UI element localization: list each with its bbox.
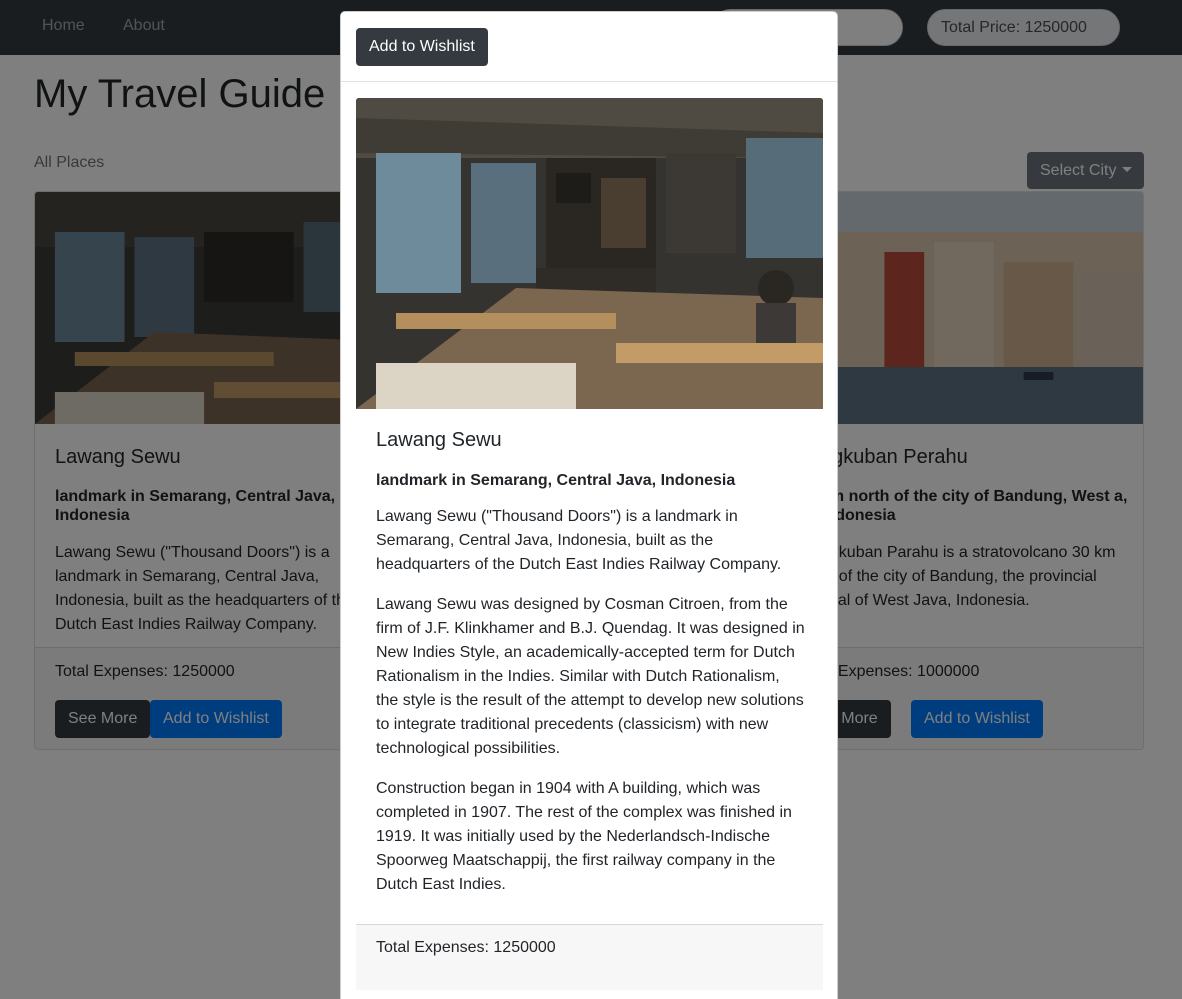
modal-paragraph: Lawang Sewu ("Thousand Doors") is a land… <box>376 508 782 573</box>
modal-footer: Total Expenses: 1250000 <box>356 924 823 990</box>
modal-paragraph: Construction began in 1904 with A buildi… <box>376 780 792 893</box>
modal-total-expenses: Total Expenses: 1250000 <box>376 939 556 956</box>
modal-body: Lawang Sewu landmark in Semarang, Centra… <box>376 429 806 913</box>
modal-subtitle: landmark in Semarang, Central Java, Indo… <box>376 472 736 489</box>
modal-card: Lawang Sewu landmark in Semarang, Centra… <box>356 98 823 998</box>
modal-header: Add to Wishlist <box>341 12 837 82</box>
modal-add-to-wishlist-button[interactable]: Add to Wishlist <box>356 28 488 66</box>
cafe-photo <box>356 98 823 409</box>
modal-title: Lawang Sewu <box>376 429 502 451</box>
modal-paragraph: Lawang Sewu was designed by Cosman Citro… <box>376 596 805 757</box>
place-detail-modal: Add to Wishlist Lawang Sewu landmark in … <box>340 11 838 999</box>
